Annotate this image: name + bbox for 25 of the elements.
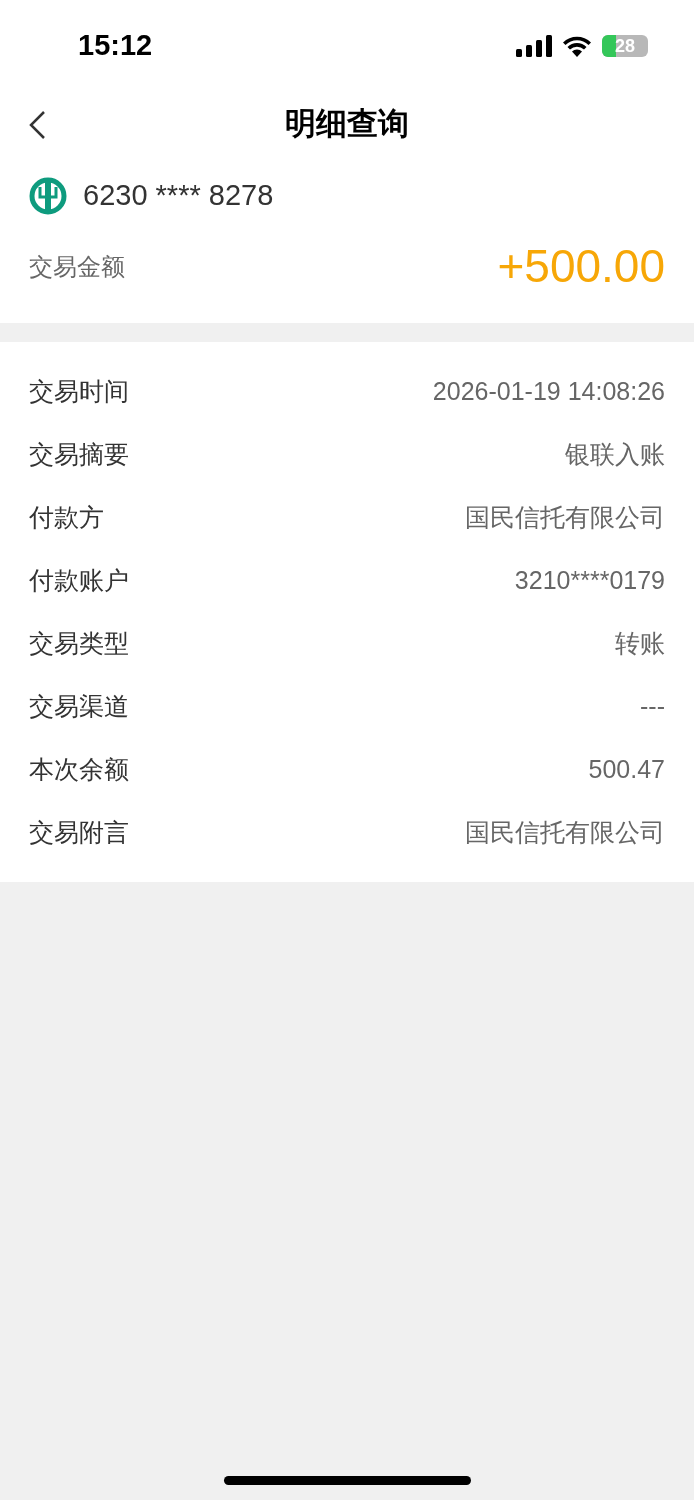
amount-value: +500.00	[497, 239, 665, 294]
detail-value: 转账	[615, 627, 665, 659]
detail-value: 国民信托有限公司	[465, 816, 665, 848]
account-number: 6230 **** 8278	[83, 178, 274, 214]
signal-icon	[516, 35, 552, 57]
detail-label: 交易时间	[29, 375, 129, 407]
detail-label: 付款方	[29, 501, 104, 533]
detail-label: 交易渠道	[29, 690, 129, 722]
detail-label: 付款账户	[29, 564, 129, 596]
detail-label: 交易类型	[29, 627, 129, 659]
status-time: 15:12	[78, 28, 153, 64]
detail-label: 交易附言	[29, 816, 129, 848]
detail-value: 3210****0179	[514, 564, 665, 596]
detail-value: 500.47	[588, 753, 665, 785]
detail-label: 交易摘要	[29, 438, 129, 470]
page-title: 明细查询	[285, 104, 409, 143]
detail-value: 银联入账	[565, 438, 665, 470]
amount-label: 交易金额	[29, 251, 125, 282]
detail-value: 国民信托有限公司	[465, 501, 665, 533]
detail-label: 本次余额	[29, 753, 129, 785]
detail-value: ---	[640, 690, 665, 722]
back-icon[interactable]	[28, 110, 46, 140]
detail-value: 2026-01-19 14:08:26	[432, 375, 665, 407]
wifi-icon	[562, 35, 592, 57]
bank-logo-icon	[29, 177, 67, 215]
